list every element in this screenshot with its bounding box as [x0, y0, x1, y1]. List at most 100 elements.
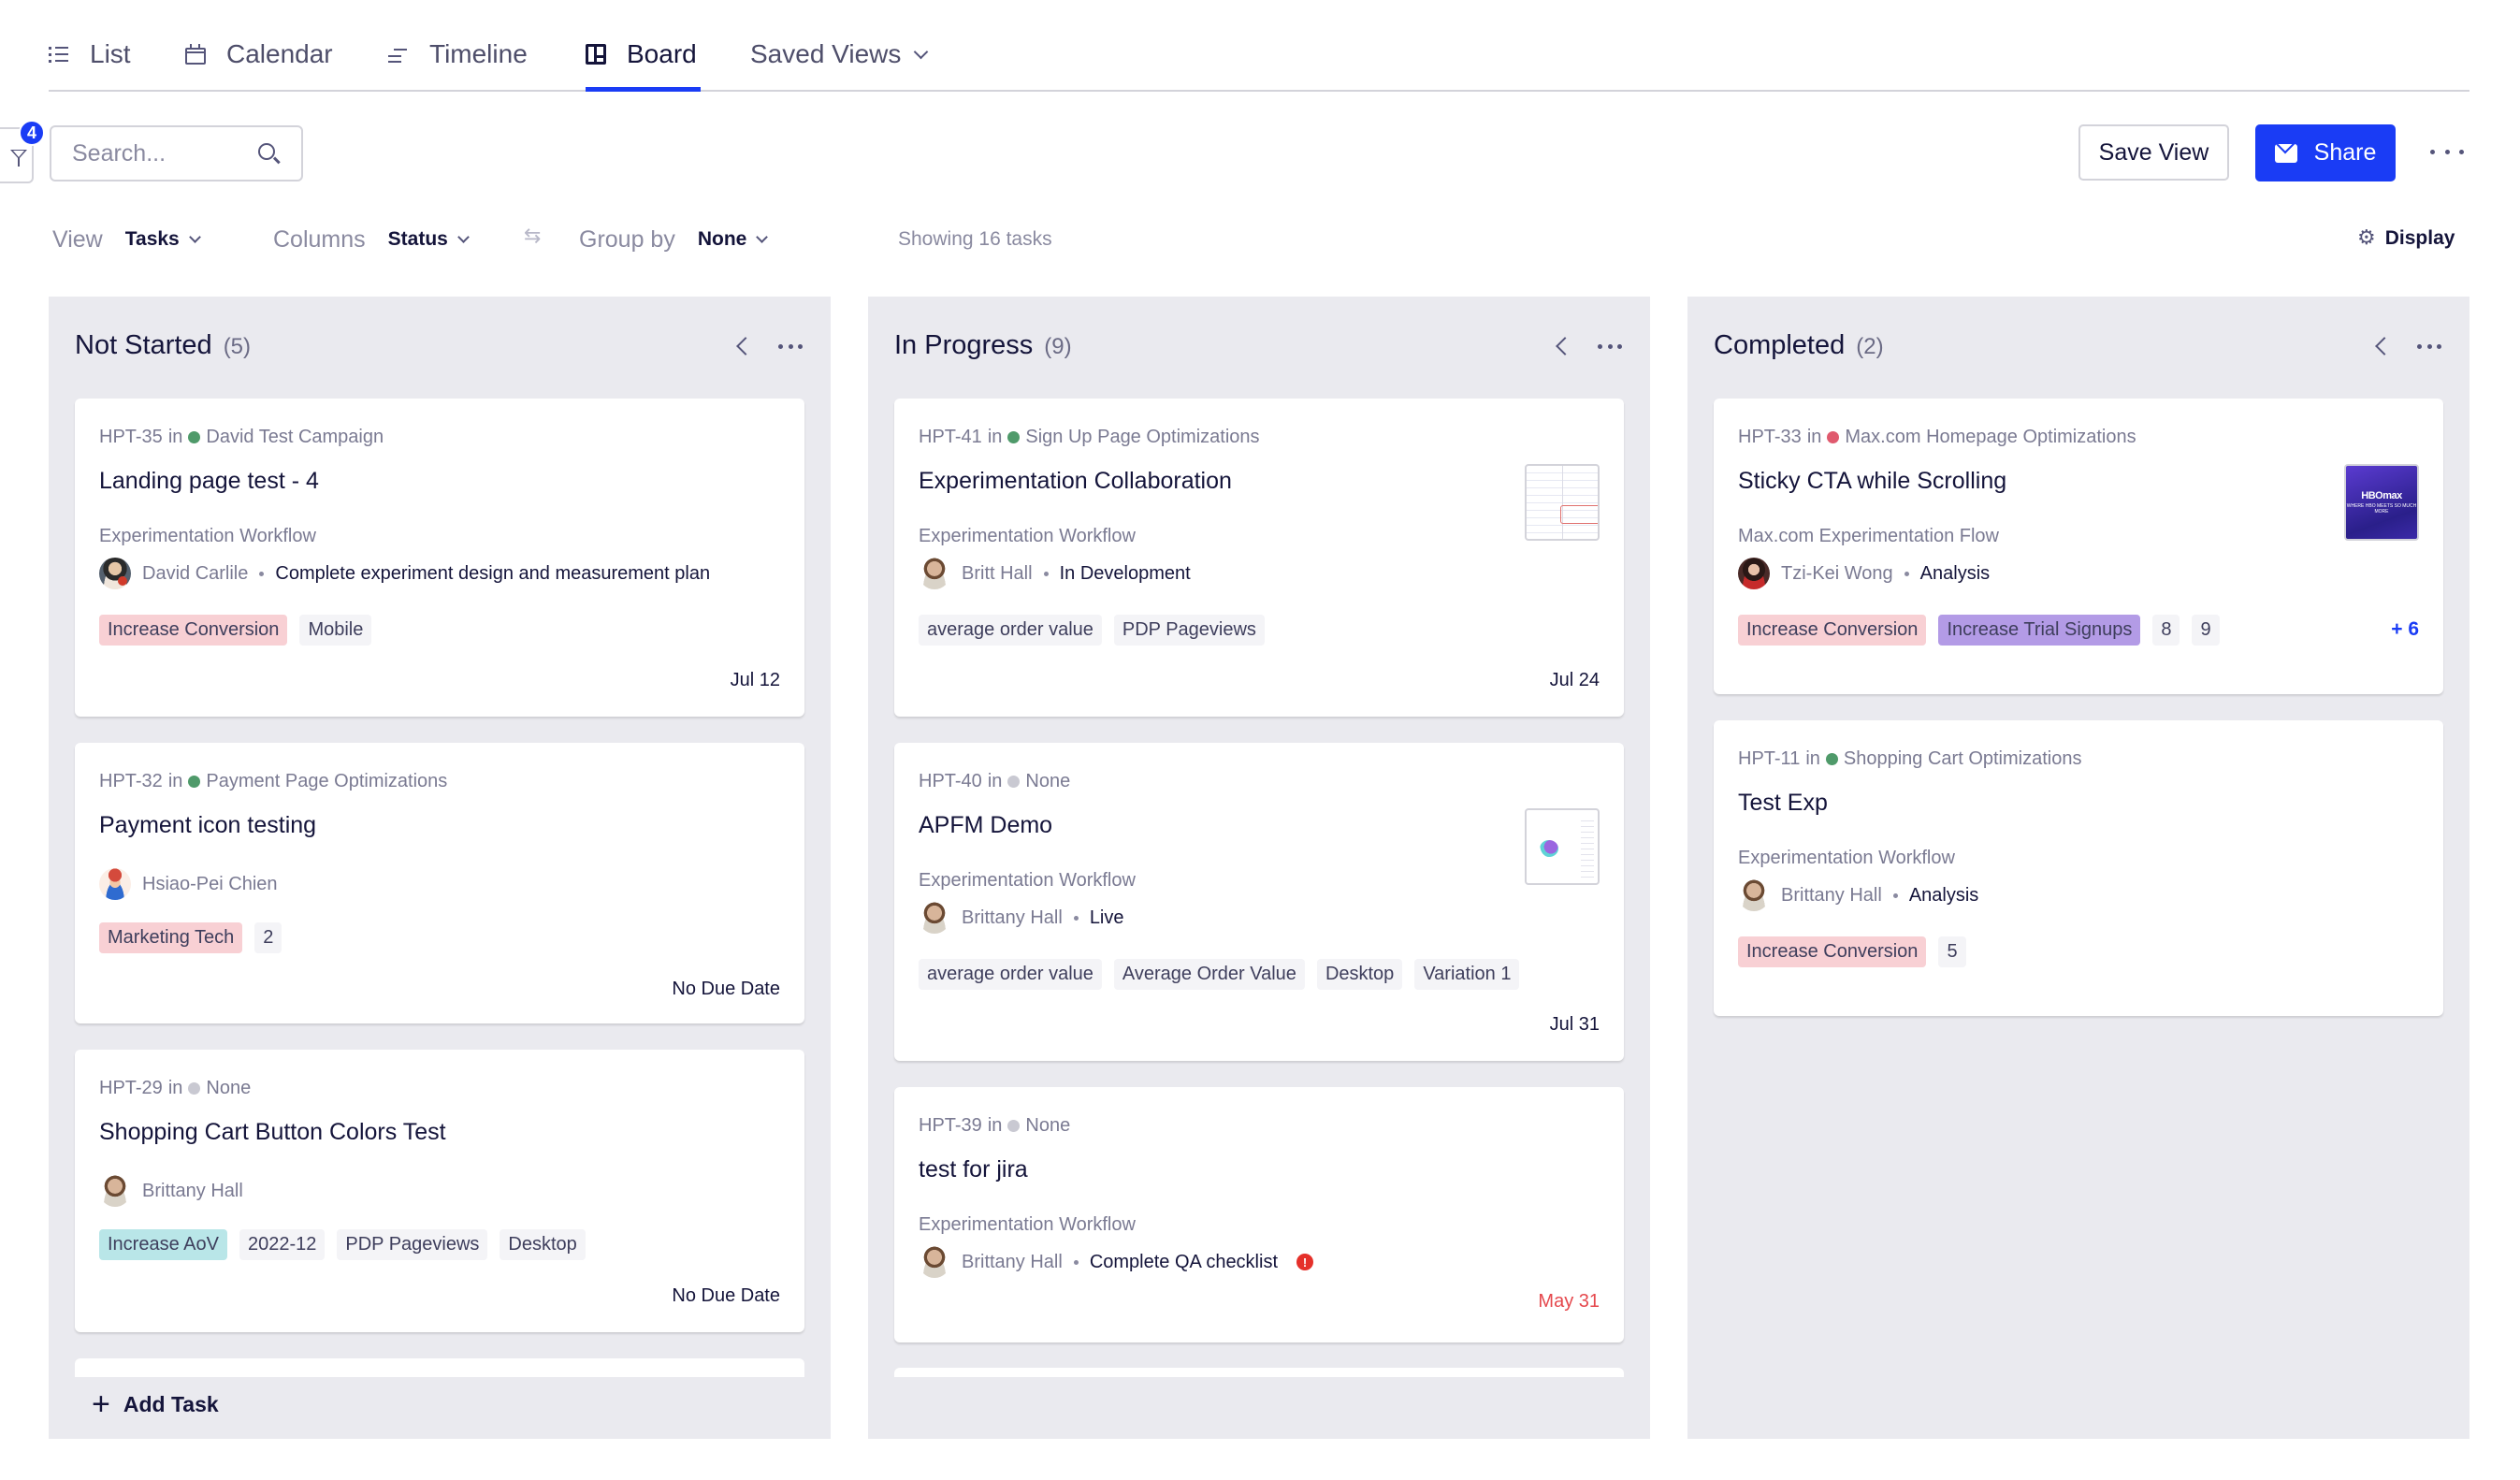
tag: Increase Conversion	[1738, 615, 1927, 646]
more-icon-dot	[2430, 149, 2435, 154]
column-more-button[interactable]	[2417, 341, 2441, 351]
tab-list[interactable]: List	[49, 36, 131, 73]
due-date: Jul 24	[1549, 670, 1600, 690]
collapse-column-icon[interactable]	[2375, 337, 2394, 355]
task-card[interactable]: HPT-32 in Payment Page Optimizations Pay…	[75, 743, 804, 1023]
group-by-selector: Group by None	[579, 225, 769, 254]
add-task-label: Add Task	[123, 1391, 219, 1416]
assignee-row: Brittany Hall Complete QA checklist !	[919, 1246, 1314, 1278]
avatar	[99, 1175, 131, 1207]
task-card[interactable]: HPT-11 in Shopping Cart Optimizations Te…	[1714, 720, 2443, 1016]
timeline-icon	[388, 44, 409, 65]
view-selector: View Tasks	[52, 225, 201, 254]
task-title[interactable]: test for jira	[919, 1156, 1028, 1183]
due-date: No Due Date	[672, 1285, 780, 1306]
separator-dot	[259, 571, 265, 576]
filter-count-badge: 4	[19, 120, 45, 146]
columns-selector: Columns Status	[273, 225, 470, 254]
view-dropdown[interactable]: Tasks	[125, 228, 201, 251]
calendar-icon	[185, 43, 206, 65]
card-meta: HPT-35 in David Test Campaign	[99, 427, 384, 448]
task-title[interactable]: Test Exp	[1738, 790, 1828, 817]
tab-label: Board	[627, 39, 697, 68]
task-card[interactable]: HPT-29 in None Shopping Cart Button Colo…	[75, 1050, 804, 1332]
project-name[interactable]: None	[206, 1078, 251, 1099]
task-title[interactable]: Landing page test - 4	[99, 468, 319, 495]
group-by-dropdown[interactable]: None	[698, 228, 769, 251]
task-title[interactable]: Shopping Cart Button Colors Test	[99, 1119, 446, 1146]
task-card[interactable]: HPT-39 in None test for jira Experimenta…	[894, 1087, 1624, 1342]
collapse-column-icon[interactable]	[736, 337, 755, 355]
project-name[interactable]: Max.com Homepage Optimizations	[1845, 427, 2136, 448]
tab-label: Timeline	[429, 39, 528, 68]
tab-saved-views[interactable]: Saved Views	[750, 36, 929, 73]
project-status-dot	[1825, 753, 1838, 765]
save-view-button[interactable]: Save View	[2078, 124, 2229, 181]
task-card[interactable]: HPT-35 in David Test Campaign Landing pa…	[75, 399, 804, 717]
envelope-icon	[2274, 143, 2297, 163]
task-card[interactable]: HPT-41 in Sign Up Page Optimizations Exp…	[894, 399, 1624, 717]
in-label: in	[987, 1115, 1003, 1136]
thumbnail-logo: HBOmax	[2361, 490, 2402, 501]
display-button[interactable]: ⚙ Display	[2357, 226, 2455, 250]
task-card[interactable]: HPT-40 in None APFM Demo Experimentation…	[894, 743, 1624, 1061]
column-header: Not Started (5)	[75, 330, 251, 361]
project-name[interactable]: None	[1025, 771, 1070, 792]
separator-dot	[1043, 571, 1049, 576]
in-label: in	[987, 771, 1003, 791]
search-icon[interactable]	[258, 143, 275, 160]
workflow-name: Experimentation Workflow	[919, 870, 1136, 891]
avatar	[919, 1246, 950, 1278]
tag: Variation 1	[1414, 959, 1520, 990]
tag-list: average order value Average Order Value …	[919, 959, 1520, 990]
attachment-thumbnail[interactable]: HBOmax WHERE HBO MEETS SO MUCH MORE	[2344, 464, 2419, 541]
attachment-thumbnail[interactable]	[1525, 464, 1600, 541]
task-id: HPT-39	[919, 1115, 982, 1136]
avatar	[919, 902, 950, 934]
share-button[interactable]: Share	[2255, 124, 2396, 181]
tag: Average Order Value	[1113, 959, 1305, 990]
task-title[interactable]: Sticky CTA while Scrolling	[1738, 468, 2006, 495]
swap-icon[interactable]	[524, 225, 544, 249]
task-title[interactable]: APFM Demo	[919, 812, 1052, 839]
in-label: in	[1805, 748, 1820, 769]
tag-list: Increase AoV 2022-12 PDP Pageviews Deskt…	[99, 1229, 586, 1260]
task-id: HPT-29	[99, 1078, 163, 1098]
alert-icon: !	[1296, 1254, 1314, 1270]
column-more-button[interactable]	[778, 341, 803, 351]
search-input[interactable]	[72, 138, 250, 168]
attachment-thumbnail[interactable]	[1525, 808, 1600, 885]
collapse-column-icon[interactable]	[1556, 337, 1574, 355]
column-header: In Progress (9)	[894, 330, 1072, 361]
assignee-row: Hsiao-Pei Chien	[99, 868, 278, 900]
column-more-button[interactable]	[1598, 341, 1622, 351]
in-label: in	[167, 427, 183, 447]
task-title[interactable]: Payment icon testing	[99, 812, 316, 839]
more-options-button[interactable]	[2430, 140, 2464, 163]
tab-label: Calendar	[226, 39, 333, 68]
tab-calendar[interactable]: Calendar	[185, 36, 333, 73]
project-name[interactable]: Payment Page Optimizations	[206, 771, 447, 792]
plus-icon: +	[92, 1386, 110, 1422]
task-card[interactable]: HPT-33 in Max.com Homepage Optimizations…	[1714, 399, 2443, 694]
board-column-completed: Completed (2) HPT-33 in Max.com Homepage…	[1687, 297, 2469, 1439]
tab-board[interactable]: Board	[586, 36, 697, 73]
columns-dropdown[interactable]: Status	[388, 228, 470, 251]
more-tags-link[interactable]: + 6	[2391, 618, 2419, 641]
tag: Increase Conversion	[1738, 936, 1927, 967]
task-title[interactable]: Experimentation Collaboration	[919, 468, 1232, 495]
project-name[interactable]: Shopping Cart Optimizations	[1844, 748, 2082, 770]
project-name[interactable]: None	[1025, 1115, 1070, 1137]
assignee-row: Tzi-Kei Wong Analysis	[1738, 558, 1990, 589]
project-name[interactable]: David Test Campaign	[206, 427, 384, 448]
add-task-button[interactable]: + Add Task	[92, 1388, 219, 1420]
project-status-dot	[1007, 1120, 1021, 1132]
assignee-row: Brittany Hall	[99, 1175, 243, 1207]
assignee-row: Brittany Hall Analysis	[1738, 879, 1978, 911]
tab-label: List	[90, 39, 131, 68]
in-label: in	[167, 771, 183, 791]
workflow-name: Experimentation Workflow	[919, 1214, 1136, 1235]
tab-timeline[interactable]: Timeline	[388, 36, 528, 73]
project-name[interactable]: Sign Up Page Optimizations	[1025, 427, 1259, 448]
search-box	[50, 125, 303, 181]
